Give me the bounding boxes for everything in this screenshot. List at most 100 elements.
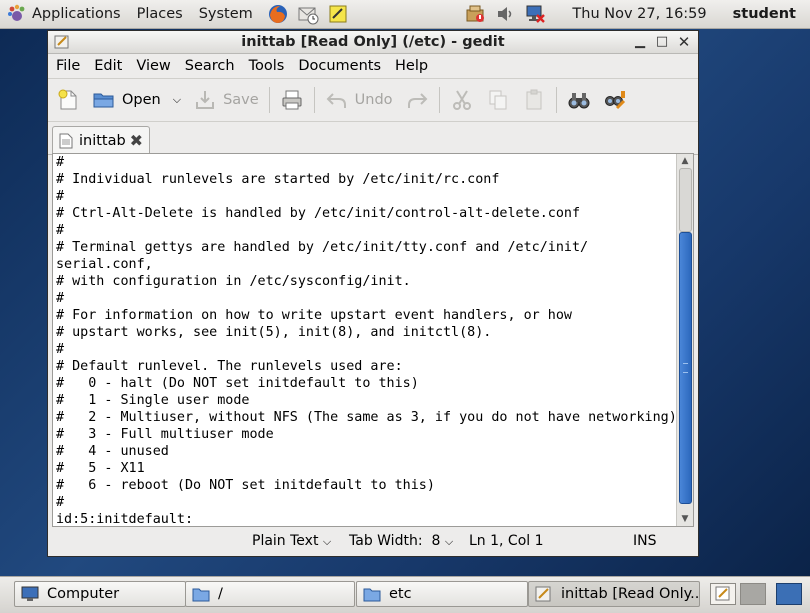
editor-line: serial.conf, [56,257,153,272]
print-button[interactable] [274,82,310,118]
menu-edit[interactable]: Edit [87,54,129,78]
gedit-app-icon [535,586,551,602]
tab-inittab[interactable]: inittab ✖ [52,126,150,154]
editor-line: # [56,495,65,510]
volume-icon[interactable] [494,3,516,25]
language-selector[interactable]: Plain Text ⌵ [252,527,331,556]
scroll-track[interactable] [679,168,692,232]
editor-line: # Terminal gettys are handled by /etc/in… [56,240,589,255]
editor-line: # with configuration in /etc/sysconfig/i… [56,274,411,289]
user-menu[interactable]: student [733,6,796,22]
taskbar-label: inittab [Read Only... [561,586,700,602]
find-replace-button[interactable] [597,82,633,118]
taskbar-gedit[interactable]: inittab [Read Only... [528,581,700,607]
places-menu[interactable]: Places [129,0,191,28]
taskbar-root-folder[interactable]: / [185,581,355,607]
window-title: inittab [Read Only] (/etc) - gedit [241,34,505,50]
editor-content[interactable]: # # Individual runlevels are started by /… [53,154,677,526]
copy-button[interactable] [480,82,516,118]
trash-icon[interactable] [776,583,802,605]
applications-menu[interactable]: Applications [28,0,129,28]
editor-line: # [56,189,65,204]
open-button[interactable]: Open ⌵ [86,82,187,118]
paste-button[interactable] [516,82,552,118]
taskbar-label: / [218,586,223,602]
mail-clock-icon[interactable] [297,3,319,25]
updates-icon[interactable] [464,3,486,25]
tab-width-selector[interactable]: Tab Width: 8 ⌵ [349,527,453,556]
clock[interactable]: Thu Nov 27, 16:59 [572,6,706,22]
editor-line: # [56,155,65,170]
workspace-1[interactable] [710,583,736,605]
network-icon[interactable] [524,3,546,25]
toolbar: Open ⌵ Save Undo [48,79,698,122]
editor-line: # 3 - Full multiuser mode [56,427,274,442]
gnome-foot-icon[interactable] [6,3,28,25]
taskbar-etc-folder[interactable]: etc [356,581,528,607]
scroll-down-arrow-icon[interactable]: ▼ [677,512,693,526]
cut-button[interactable] [444,82,480,118]
statusbar: Plain Text ⌵ Tab Width: 8 ⌵ Ln 1, Col 1 … [48,527,698,556]
toolbar-separator [313,87,315,113]
workspace-2[interactable] [740,583,766,605]
menu-help[interactable]: Help [388,54,435,78]
editor-line: # 6 - reboot (Do NOT set initdefault to … [56,478,435,493]
menu-search[interactable]: Search [178,54,242,78]
menu-file[interactable]: File [48,54,87,78]
toolbar-separator [555,87,557,113]
editor-line: # [56,342,65,357]
chevron-down-icon: ⌵ [444,535,454,548]
editor-line: id:5:initdefault: [56,512,194,526]
bottom-panel: Computer / etc inittab [Read Only... [0,576,810,613]
window-titlebar[interactable]: inittab [Read Only] (/etc) - gedit ▁ □ ✕ [48,31,698,54]
save-button[interactable]: Save [187,82,265,118]
chevron-down-icon[interactable]: ⌵ [173,93,181,107]
binoculars-icon [568,93,590,109]
close-tab-icon[interactable]: ✖ [130,131,143,150]
scissors-icon [452,90,471,110]
close-window-button[interactable]: ✕ [674,31,694,53]
scrollbar-thumb[interactable] [679,232,692,504]
editor-line: # 4 - unused [56,444,169,459]
taskbar-label: Computer [47,586,120,602]
redo-icon [407,93,427,108]
editor-line: # Ctrl-Alt-Delete is handled by /etc/ini… [56,206,581,221]
cursor-position: Ln 1, Col 1 [469,533,544,549]
text-editor[interactable]: # # Individual runlevels are started by /… [52,153,694,527]
menubar: File Edit View Search Tools Documents He… [48,54,698,79]
text-document-icon [59,133,73,148]
scroll-up-arrow-icon[interactable]: ▲ [677,154,693,168]
find-button[interactable] [561,82,597,118]
notes-icon[interactable] [327,3,349,25]
toolbar-separator [438,87,440,113]
menu-view[interactable]: View [129,54,177,78]
printer-icon [282,90,302,110]
taskbar-computer[interactable]: Computer [14,581,186,607]
vertical-scrollbar[interactable]: ▲ ▼ [676,154,693,526]
folder-icon [192,588,210,602]
new-document-icon [58,89,77,110]
find-replace-icon [604,91,625,110]
redo-button[interactable] [399,82,435,118]
firefox-icon[interactable] [267,3,289,25]
editor-line: # For information on how to write upstar… [56,308,572,323]
undo-icon [326,93,346,108]
undo-button[interactable]: Undo [319,82,399,118]
folder-icon [363,588,381,602]
system-menu[interactable]: System [191,0,261,28]
gedit-window: inittab [Read Only] (/etc) - gedit ▁ □ ✕… [47,30,699,557]
copy-icon [489,90,507,110]
editor-line: # 5 - X11 [56,461,145,476]
menu-tools[interactable]: Tools [242,54,292,78]
maximize-button[interactable]: □ [652,31,672,53]
insert-mode: INS [633,533,657,549]
save-label: Save [223,92,259,108]
new-document-button[interactable] [48,82,86,118]
toolbar-separator [268,87,270,113]
taskbar-label: etc [389,586,412,602]
tab-width-label: Tab Width: 8 [349,533,441,549]
editor-line: # upstart works, see init(5), init(8), a… [56,325,492,340]
menu-documents[interactable]: Documents [291,54,388,78]
clipboard-icon [526,89,542,110]
minimize-button[interactable]: ▁ [630,31,650,53]
